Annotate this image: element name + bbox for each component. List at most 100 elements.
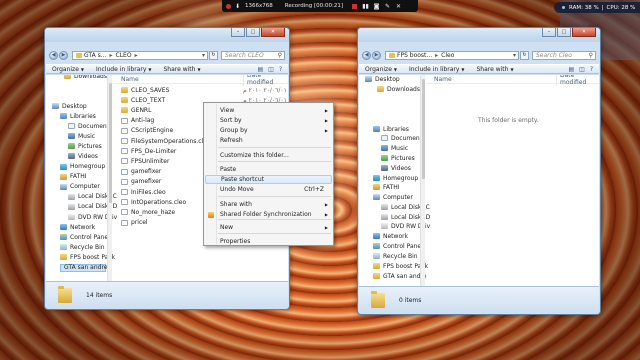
file-row[interactable]: FPS_De-Limiter [121, 147, 176, 155]
refresh-button[interactable]: ↻ [520, 50, 529, 60]
forward-button[interactable]: ▶ [59, 50, 68, 60]
file-row[interactable]: gamefixer [121, 168, 161, 176]
pencil-icon[interactable]: ✎ [384, 3, 391, 10]
chevron-down-icon[interactable]: ▾ [202, 52, 205, 59]
include-in-library-menu[interactable]: Include in library ▼ [409, 66, 465, 73]
nav-item-control-panel[interactable]: Control Panel [373, 242, 423, 250]
column-name[interactable]: Name [434, 76, 452, 83]
address-bar[interactable]: GTA s... ▸ CLEO ▸ ▾ [72, 50, 208, 60]
nav-item-recycle-bin[interactable]: Recycle Bin [60, 243, 105, 251]
breadcrumb-current[interactable]: CLEO [116, 52, 132, 59]
file-row[interactable]: FPSUnlimiter [121, 157, 169, 165]
nav-item-videos[interactable]: Videos [381, 164, 411, 172]
include-in-library-menu[interactable]: Include in library ▼ [96, 66, 152, 73]
back-button[interactable]: ◀ [362, 50, 371, 60]
scrollbar-thumb[interactable] [422, 79, 425, 179]
context-menu[interactable]: View ▶ Sort by ▶ Group by ▶ Refresh Customize t… [203, 102, 334, 246]
back-button[interactable]: ◀ [49, 50, 58, 60]
organize-menu[interactable]: Organize ▼ [365, 66, 397, 73]
search-input[interactable]: Search CLEO ⚲ [221, 50, 285, 60]
nav-item-pictures[interactable]: Pictures [381, 154, 415, 162]
menu-item-share-with[interactable]: Share with ▶ [205, 200, 332, 209]
nav-item-network[interactable]: Network [60, 223, 95, 231]
file-row[interactable]: No_more_haze [121, 208, 175, 216]
breadcrumb-parent[interactable]: FPS boost... [397, 52, 432, 59]
file-row[interactable]: IniFiles.cleo [121, 188, 166, 196]
nav-item-music[interactable]: Music [68, 132, 95, 140]
file-list[interactable]: Name Date modified This folder is empty. [426, 75, 599, 286]
folder-row[interactable]: CLEO_SAVES ٢٠/٠٦/٠١ ٢٠١٠ م [121, 86, 287, 94]
nav-item-libraries[interactable]: Libraries [373, 125, 409, 133]
nav-item-fathi[interactable]: FATHI [373, 183, 400, 191]
folder-row[interactable]: CLEO_TEXT ٢٠/٠٦/٠١ ٢٠١٠ م [121, 96, 287, 104]
menu-item-refresh[interactable]: Refresh [205, 136, 332, 145]
navigation-pane[interactable]: Desktop Downloads Libraries Documents Music P… [359, 75, 430, 286]
file-row[interactable]: CScriptEngine [121, 127, 173, 135]
file-row[interactable]: pricel [121, 219, 148, 227]
nav-item-network[interactable]: Network [373, 232, 408, 240]
nav-item-pictures[interactable]: Pictures [68, 142, 102, 150]
nav-item-desktop[interactable]: Desktop [52, 102, 87, 110]
preview-pane-icon[interactable]: ◫ [579, 66, 585, 73]
menu-item-new[interactable]: New ▶ [205, 223, 332, 232]
scrollbar-thumb[interactable] [109, 83, 112, 203]
refresh-button[interactable]: ↻ [209, 50, 218, 60]
view-options-icon[interactable]: ▤ [568, 66, 574, 73]
file-row[interactable]: Anti-lag [121, 117, 154, 125]
nav-item-homegroup[interactable]: Homegroup [60, 163, 105, 171]
nav-item-documents[interactable]: Documents [68, 122, 112, 130]
explorer-window-fps-cleo[interactable]: – □ ✕ ◀ ▶ FPS boost... ▸ Cleo ▾ ↻ Search… [357, 27, 601, 315]
camera-icon[interactable]: ◙ [373, 3, 380, 10]
download-icon[interactable]: ⬇ [234, 3, 241, 10]
nav-item-gta-san-andre[interactable]: GTA san andre [373, 272, 426, 280]
close-icon[interactable]: ✕ [395, 3, 402, 10]
search-input[interactable]: Search Cleo ⚲ [532, 50, 596, 60]
pause-button[interactable]: ▮▮ [362, 3, 369, 10]
forward-button[interactable]: ▶ [372, 50, 381, 60]
breadcrumb-parent[interactable]: GTA s... [84, 52, 107, 59]
nav-item-documents[interactable]: Documents [381, 134, 425, 142]
close-button[interactable]: ✕ [572, 28, 596, 37]
nav-item-libraries[interactable]: Libraries [60, 112, 96, 120]
menu-item-undo-move[interactable]: Undo Move Ctrl+Z [205, 185, 332, 194]
nav-item-recycle-bin[interactable]: Recycle Bin [373, 252, 418, 260]
nav-scrollbar[interactable] [420, 75, 425, 286]
file-row[interactable]: IntOperations.cleo [121, 198, 186, 206]
menu-item-customize-this-folder[interactable]: Customize this folder... [205, 151, 332, 160]
minimize-button[interactable]: – [542, 28, 556, 37]
breadcrumb-current[interactable]: Cleo [441, 52, 454, 59]
menu-item-group-by[interactable]: Group by ▶ [205, 126, 332, 135]
minimize-button[interactable]: – [231, 28, 245, 37]
menu-item-sort-by[interactable]: Sort by ▶ [205, 116, 332, 125]
organize-menu[interactable]: Organize ▼ [52, 66, 84, 73]
chevron-down-icon[interactable]: ▾ [513, 52, 516, 59]
menu-item-view[interactable]: View ▶ [205, 106, 332, 115]
preview-pane-icon[interactable]: ◫ [268, 66, 274, 73]
share-with-menu[interactable]: Share with ▼ [476, 66, 513, 73]
nav-item-gta-san-andre[interactable]: GTA san andre [60, 263, 107, 272]
nav-item-fathi[interactable]: FATHI [60, 173, 87, 181]
column-name[interactable]: Name [121, 76, 139, 83]
file-row[interactable]: gamefixer [121, 178, 161, 186]
nav-item-homegroup[interactable]: Homegroup [373, 174, 418, 182]
view-options-icon[interactable]: ▤ [257, 66, 263, 73]
nav-scrollbar[interactable] [107, 75, 112, 281]
column-date-modified[interactable]: Date modified [243, 75, 288, 86]
maximize-button[interactable]: □ [246, 28, 260, 37]
nav-item-downloads[interactable]: Downloads [377, 85, 420, 93]
nav-item-desktop[interactable]: Desktop [365, 75, 400, 83]
address-bar[interactable]: FPS boost... ▸ Cleo ▾ [385, 50, 519, 60]
nav-item-computer[interactable]: Computer [60, 183, 100, 191]
menu-item-paste-shortcut[interactable]: Paste shortcut [205, 175, 332, 184]
maximize-button[interactable]: □ [557, 28, 571, 37]
menu-item-shared-folder-synchronization[interactable]: Shared Folder Synchronization ▶ [205, 210, 332, 219]
stop-recording-button[interactable] [351, 3, 358, 9]
file-row[interactable]: FileSystemOperations.cleo [121, 137, 211, 145]
nav-item-downloads[interactable]: Downloads [64, 75, 107, 80]
share-with-menu[interactable]: Share with ▼ [163, 66, 200, 73]
nav-item-music[interactable]: Music [381, 144, 408, 152]
menu-item-properties[interactable]: Properties [205, 237, 332, 246]
nav-item-videos[interactable]: Videos [68, 152, 98, 160]
folder-row[interactable]: GENRL [121, 106, 151, 114]
menu-item-paste[interactable]: Paste [205, 165, 332, 174]
